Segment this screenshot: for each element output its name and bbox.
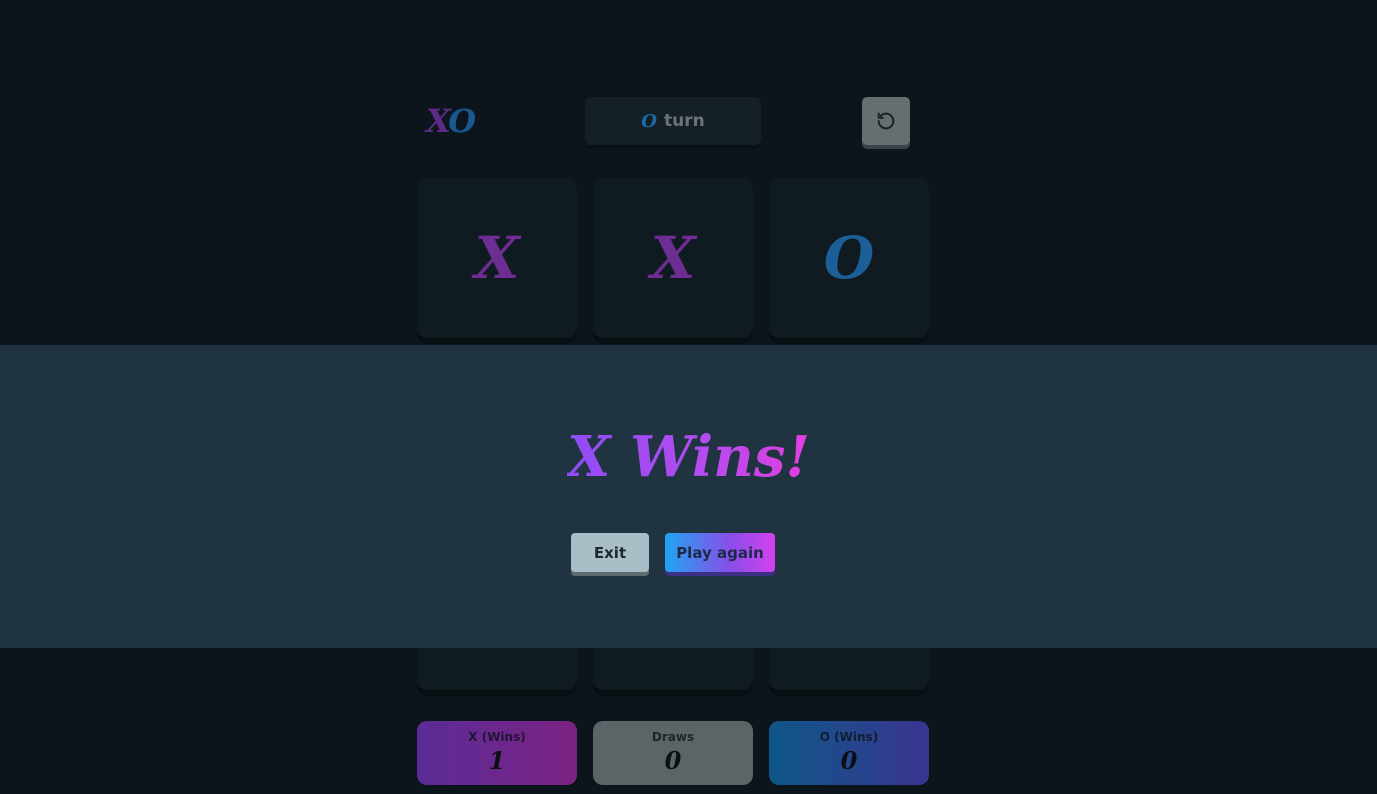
score-o-label: O (Wins) bbox=[819, 730, 879, 744]
result-title-text: X Wins! bbox=[567, 424, 810, 490]
logo: XO bbox=[426, 101, 476, 141]
logo-x: X bbox=[426, 102, 450, 140]
result-modal: X Wins! Exit Play again bbox=[0, 345, 1377, 648]
board-cell-1[interactable]: X bbox=[417, 178, 577, 338]
turn-indicator: O turn bbox=[585, 97, 761, 145]
score-draws-label: Draws bbox=[651, 730, 695, 744]
result-title: X Wins! bbox=[0, 425, 1377, 489]
game-screen: XO O turn X X O X (Wins) 1 Draws 0 O (Wi… bbox=[0, 0, 1377, 794]
restart-button[interactable] bbox=[862, 97, 910, 145]
score-o-value: 0 bbox=[840, 746, 858, 775]
exit-button[interactable]: Exit bbox=[571, 533, 649, 572]
turn-mark: O bbox=[641, 110, 657, 132]
board-cell-2[interactable]: X bbox=[593, 178, 753, 338]
turn-label: turn bbox=[663, 111, 705, 131]
play-again-button[interactable]: Play again bbox=[665, 533, 775, 572]
score-draws: Draws 0 bbox=[593, 721, 753, 785]
restart-icon bbox=[877, 112, 895, 130]
logo-o: O bbox=[448, 102, 476, 140]
score-o: O (Wins) 0 bbox=[769, 721, 929, 785]
score-x-label: X (Wins) bbox=[468, 730, 526, 744]
board-cell-3[interactable]: O bbox=[769, 178, 929, 338]
score-x: X (Wins) 1 bbox=[417, 721, 577, 785]
score-draws-value: 0 bbox=[664, 746, 682, 775]
score-x-value: 1 bbox=[488, 746, 506, 775]
